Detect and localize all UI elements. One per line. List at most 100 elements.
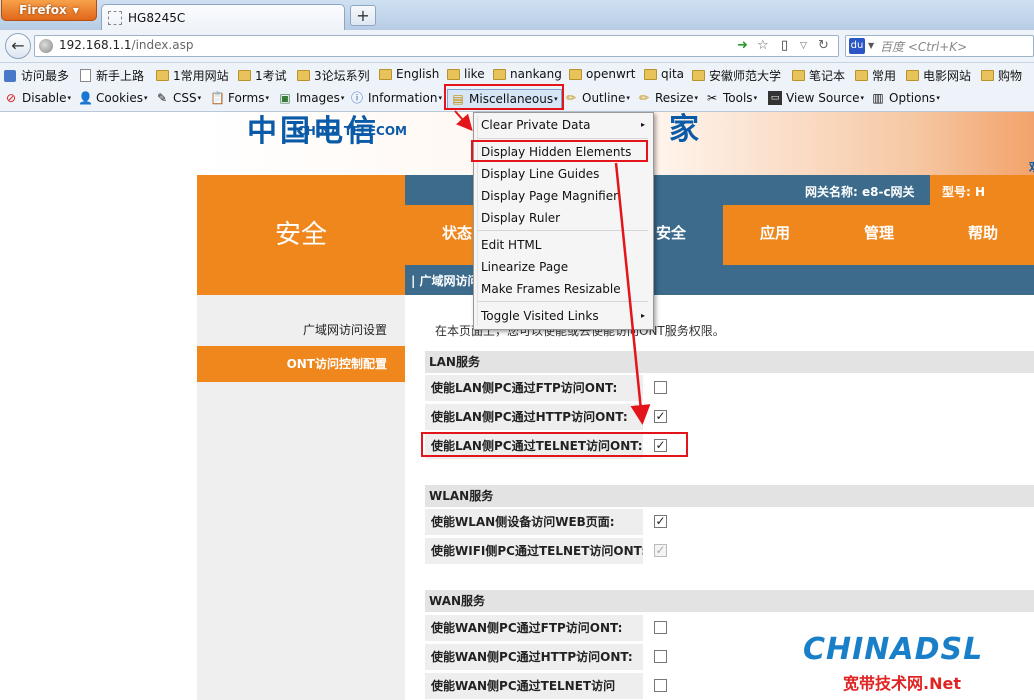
bookmark-label: 安徽师范大学 [709, 69, 782, 83]
banner-slogan: 家 [669, 112, 699, 147]
tools-menu[interactable]: ✂ Tools ▾ [705, 91, 757, 105]
menu-separator [478, 138, 648, 139]
bookmark-folder[interactable]: 笔记本 [792, 67, 845, 84]
url-path: /index.asp [131, 38, 194, 52]
search-placeholder: 百度 <Ctrl+K> [880, 40, 968, 54]
menu-item-edit-html[interactable]: Edit HTML [481, 235, 649, 255]
chevron-down-icon: ▾ [265, 94, 269, 102]
setting-label: 使能WAN侧PC通过HTTP访问ONT: [425, 644, 643, 670]
cookies-menu[interactable]: 👤 Cookies ▾ [78, 91, 148, 105]
menu-item-clear-private-data[interactable]: Clear Private Data ▸ [481, 115, 649, 135]
sidebar-item-wan-access[interactable]: 广域网访问设置 [197, 315, 405, 345]
bookmark-folder[interactable]: 电影网站 [906, 67, 971, 84]
disable-icon: ⊘ [5, 91, 17, 105]
mobile-icon[interactable]: ▯ [781, 38, 788, 54]
star-bookmark-icon[interactable]: ☆ [757, 38, 769, 54]
bookmark-folder[interactable]: 3论坛系列 [297, 67, 370, 84]
menu-item-display-ruler[interactable]: Display Ruler [481, 208, 649, 228]
information-label: Information [368, 91, 438, 105]
folder-icon [792, 70, 805, 81]
folder-icon [493, 68, 506, 80]
bookmark-most-visited[interactable]: 访问最多 [4, 67, 69, 84]
bookmark-folder[interactable]: like [447, 67, 485, 81]
bookmark-folder[interactable]: English [379, 67, 439, 81]
lan-http-checkbox[interactable]: ✓ [654, 410, 667, 423]
bookmark-folder[interactable]: qita [644, 67, 684, 81]
bookmark-label: 访问最多 [21, 69, 70, 83]
resize-menu[interactable]: ✏ Resize ▾ [637, 91, 698, 105]
section-header-wlan: WLAN服务 [425, 485, 1034, 507]
miscellaneous-menu[interactable]: ▤ Miscellaneous ▾ [447, 89, 562, 109]
setting-label: 使能WAN侧PC通过TELNET访问 [425, 673, 643, 699]
baidu-engine-icon[interactable]: du [849, 38, 865, 54]
firefox-menu-label: Firefox [19, 3, 67, 17]
chevron-down-icon: ▾ [340, 94, 345, 102]
bookmark-label: openwrt [586, 67, 636, 81]
bookmark-folder[interactable]: 常用 [855, 67, 896, 84]
menu-item-display-hidden-elements[interactable]: Display Hidden Elements [481, 142, 649, 162]
chevron-down-icon[interactable]: ▽ [800, 38, 807, 54]
sidebar-item-ont-access[interactable]: ONT访问控制配置 [197, 346, 405, 382]
go-arrow-icon[interactable]: ➜ [737, 38, 748, 54]
lan-telnet-checkbox[interactable]: ✓ [654, 439, 667, 452]
bookmark-label: 常用 [872, 69, 897, 83]
chevron-down-icon: ▾ [197, 94, 202, 102]
bookmark-label: like [464, 67, 485, 81]
back-button[interactable]: ← [5, 33, 31, 59]
setting-label: 使能WAN侧PC通过FTP访问ONT: [425, 615, 643, 641]
chevron-down-icon[interactable]: ▼ [868, 38, 874, 54]
menu-item-label: Clear Private Data [481, 118, 591, 132]
search-bar[interactable]: du ▼ 百度 <Ctrl+K> [845, 35, 1034, 57]
tab-management[interactable]: 管理 [827, 205, 931, 265]
view-source-menu[interactable]: ▭ View Source ▾ [768, 91, 864, 105]
folder-icon [906, 70, 919, 81]
browser-tab[interactable]: HG8245C [101, 4, 345, 30]
menu-item-linearize-page[interactable]: Linearize Page [481, 257, 649, 277]
menu-item-display-line-guides[interactable]: Display Line Guides [481, 164, 649, 184]
web-developer-toolbar: ⊘ Disable ▾ 👤 Cookies ▾ ✎ CSS ▾ 📋 Forms ▾ ▣ Image… [0, 87, 1034, 112]
gateway-name: 网关名称: e8-c网关 [805, 185, 915, 199]
submenu-arrow-icon: ▸ [640, 311, 645, 320]
bookmark-folder[interactable]: 1常用网站 [156, 67, 229, 84]
chevron-down-icon: ▾ [554, 95, 558, 103]
chevron-down-icon: ▾ [626, 94, 630, 102]
bookmark-folder[interactable]: 安徽师范大学 [692, 67, 781, 84]
menu-item-label: Make Frames Resizable [481, 282, 621, 296]
tab-help[interactable]: 帮助 [931, 205, 1034, 265]
page-favicon-icon [108, 10, 122, 25]
tab-applications[interactable]: 应用 [723, 205, 827, 265]
options-menu[interactable]: ▥ Options ▾ [871, 91, 940, 105]
bookmark-folder[interactable]: 1考试 [238, 67, 287, 84]
information-menu[interactable]: ⓘ Information ▾ [350, 91, 442, 105]
terminal-icon: ▭ [768, 91, 782, 105]
ruler-icon: ✏ [638, 91, 650, 105]
folder-icon [569, 68, 582, 80]
menu-item-toggle-visited-links[interactable]: Toggle Visited Links ▸ [481, 306, 649, 326]
bookmark-folder[interactable]: nankang [493, 67, 562, 81]
url-bar[interactable]: 192.168.1.1/index.asp ➜ ☆ ▯ ▽ ↻ [34, 35, 839, 57]
images-label: Images [296, 91, 340, 105]
outline-menu[interactable]: ✏ Outline ▾ [564, 91, 630, 105]
image-icon: ▣ [279, 91, 291, 105]
new-tab-button[interactable]: + [350, 5, 376, 26]
bookmark-label: qita [661, 67, 685, 81]
bookmark-folder[interactable]: openwrt [569, 67, 635, 81]
menu-item-display-page-magnifier[interactable]: Display Page Magnifier [481, 186, 649, 206]
setting-row: 使能LAN侧PC通过HTTP访问ONT: ✓ [425, 404, 1034, 430]
forms-menu[interactable]: 📋 Forms ▾ [210, 91, 269, 105]
images-menu[interactable]: ▣ Images ▾ [278, 91, 344, 105]
wan-ftp-checkbox[interactable] [654, 621, 667, 634]
url-text[interactable]: 192.168.1.1/index.asp [59, 38, 193, 52]
css-menu[interactable]: ✎ CSS ▾ [155, 91, 201, 105]
firefox-menu-button[interactable]: Firefox ▼ [1, 0, 97, 21]
wlan-web-checkbox[interactable]: ✓ [654, 515, 667, 528]
wan-http-checkbox[interactable] [654, 650, 667, 663]
reload-icon[interactable]: ↻ [818, 38, 829, 54]
menu-item-label: Display Hidden Elements [481, 145, 632, 159]
menu-item-make-frames-resizable[interactable]: Make Frames Resizable [481, 279, 649, 299]
lan-ftp-checkbox[interactable] [654, 381, 667, 394]
disable-menu[interactable]: ⊘ Disable ▾ [4, 91, 71, 105]
wan-telnet-checkbox[interactable] [654, 679, 667, 692]
bookmark-folder[interactable]: 购物 [981, 67, 1022, 84]
bookmark-getting-started[interactable]: 新手上路 [80, 67, 144, 84]
